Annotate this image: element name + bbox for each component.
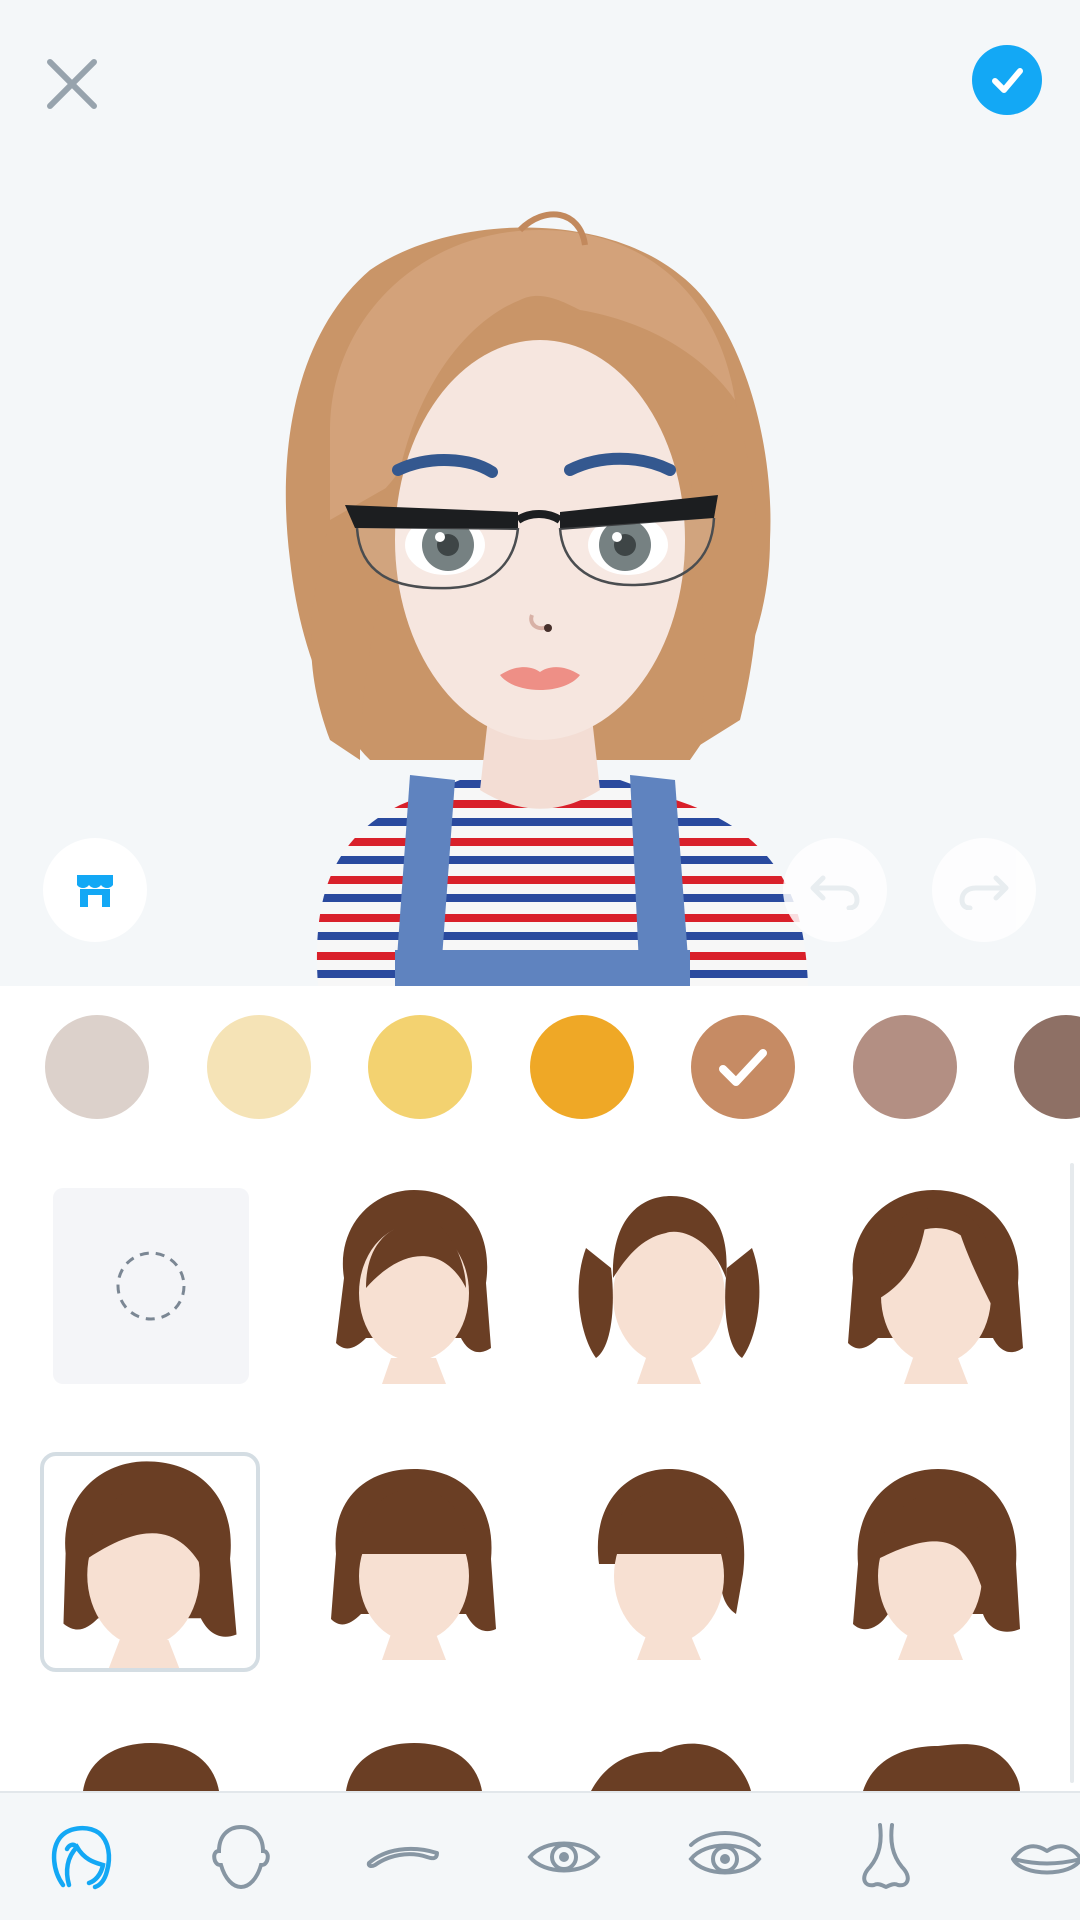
store-icon [77, 875, 113, 907]
hair-style-none[interactable] [53, 1188, 249, 1384]
avatar-editor [0, 0, 1080, 1920]
nose-icon [862, 1823, 910, 1889]
avatar-figure [285, 211, 808, 986]
close-button[interactable] [40, 52, 104, 116]
undo-button[interactable] [783, 838, 887, 942]
hair-color-swatch[interactable] [207, 1015, 311, 1119]
face-shape-icon [212, 1824, 270, 1890]
hair-icon [51, 1825, 112, 1890]
confirm-button[interactable] [972, 45, 1042, 115]
hair-style-option[interactable] [838, 1464, 1034, 1660]
hair-style-option[interactable] [571, 1188, 767, 1384]
redo-button[interactable] [932, 838, 1036, 942]
tab-face-shape[interactable] [196, 1815, 286, 1899]
hair-style-option[interactable] [316, 1188, 512, 1384]
hair-style-option[interactable] [316, 1738, 512, 1791]
tab-eyes[interactable] [519, 1815, 609, 1899]
undo-icon [810, 875, 860, 910]
hair-style-option[interactable] [838, 1738, 1034, 1791]
hair-style-option[interactable] [838, 1188, 1034, 1384]
lips-icon [1011, 1844, 1080, 1875]
eyebrow-icon [366, 1846, 439, 1869]
hair-color-swatch[interactable] [368, 1015, 472, 1119]
hair-color-swatch[interactable] [45, 1015, 149, 1119]
eye-detail-icon [688, 1831, 762, 1875]
hair-style-option-selected[interactable] [40, 1452, 260, 1672]
hair-color-swatch[interactable] [530, 1015, 634, 1119]
tab-eye-details[interactable] [680, 1815, 770, 1899]
tab-eyebrows[interactable] [358, 1815, 448, 1899]
tab-lips[interactable] [1002, 1815, 1080, 1899]
tab-hair[interactable] [36, 1815, 126, 1899]
checkmark-icon [719, 1049, 767, 1086]
hair-color-swatch-selected[interactable] [691, 1015, 795, 1119]
hair-color-swatch[interactable] [853, 1015, 957, 1119]
hair-style-option[interactable] [571, 1464, 767, 1660]
hair-style-option[interactable] [316, 1464, 512, 1660]
checkmark-icon [992, 68, 1023, 93]
hair-style-option[interactable] [571, 1738, 767, 1791]
close-icon [47, 59, 97, 109]
redo-icon [959, 875, 1009, 910]
hair-style-option[interactable] [53, 1738, 249, 1791]
tab-nose[interactable] [841, 1815, 931, 1899]
grid-scrollbar[interactable] [1070, 1163, 1074, 1783]
store-button[interactable] [43, 838, 147, 942]
eye-icon [527, 1841, 601, 1873]
none-dashed-circle-icon [116, 1251, 186, 1321]
